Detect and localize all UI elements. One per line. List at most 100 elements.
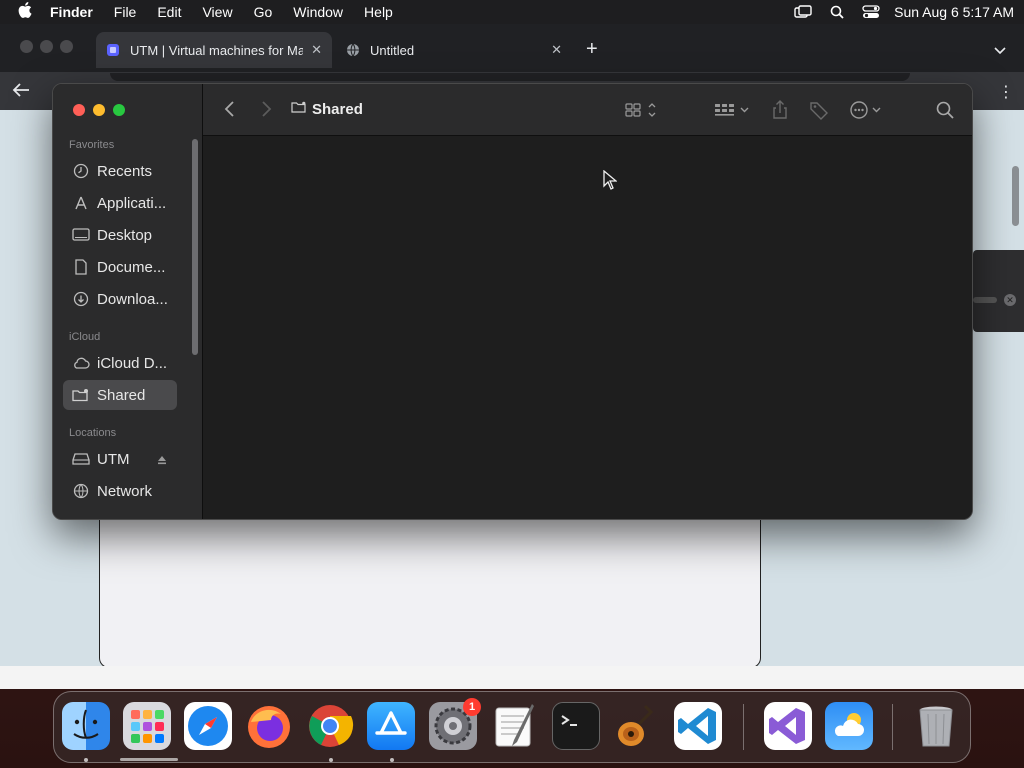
browser-back-icon[interactable] (12, 82, 30, 103)
control-center-icon[interactable] (854, 5, 888, 19)
window-title: Shared (312, 100, 363, 118)
dock-garageband-icon[interactable] (613, 702, 661, 750)
breadcrumb: Shared (291, 100, 363, 118)
menu-edit[interactable]: Edit (157, 4, 181, 20)
tab-title: Untitled (370, 42, 415, 58)
screen-mirroring-icon[interactable] (786, 5, 820, 19)
sidebar-item-desktop[interactable]: Desktop (63, 220, 177, 250)
dock-separator (892, 704, 893, 750)
sidebar-item-label: iCloud D... (97, 354, 168, 372)
browser-bottom-strip (0, 666, 1024, 689)
zoom-window-button[interactable] (113, 104, 125, 116)
group-icon[interactable] (713, 98, 757, 122)
finder-toolbar: Shared (203, 84, 972, 136)
side-popover: ✕ (973, 250, 1024, 332)
sidebar-item-label: Downloa... (97, 290, 168, 308)
network-globe-icon (71, 483, 91, 499)
apple-menu-icon[interactable] (18, 2, 32, 22)
sidebar-item-icloud-drive[interactable]: iCloud D... (63, 348, 177, 378)
sidebar-scrollbar[interactable] (192, 139, 198, 355)
sidebar-item-label: Network (97, 482, 153, 500)
share-icon[interactable] (771, 98, 789, 122)
sidebar-item-label: UTM (97, 450, 130, 468)
page-scrollbar[interactable] (1012, 166, 1019, 226)
dock-terminal-icon[interactable] (552, 702, 600, 750)
sidebar-section-favorites: Favorites (69, 139, 115, 151)
cloud-icon (71, 355, 91, 371)
spotlight-search-icon[interactable] (820, 5, 854, 19)
sidebar-item-downloads[interactable]: Downloa... (63, 284, 177, 314)
dock-separator (743, 704, 744, 750)
shared-folder-icon (291, 100, 307, 118)
utm-icon (106, 43, 120, 57)
address-bar[interactable] (110, 73, 910, 81)
menu-file[interactable]: File (114, 4, 137, 20)
dock-textedit-icon[interactable] (490, 702, 538, 750)
dock-trash-icon[interactable] (912, 702, 960, 750)
browser-zoom-button[interactable] (60, 40, 73, 53)
dock-vscode-icon[interactable] (674, 702, 722, 750)
popover-close-icon[interactable]: ✕ (1004, 294, 1016, 306)
new-tab-icon[interactable]: + (586, 39, 598, 59)
more-actions-icon[interactable] (849, 98, 887, 122)
shared-folder-icon (71, 387, 91, 403)
close-tab-icon[interactable]: ✕ (311, 42, 322, 58)
finder-file-area[interactable] (203, 136, 972, 519)
dock-launchpad-icon[interactable] (123, 702, 171, 750)
forward-icon[interactable] (259, 100, 273, 123)
sidebar-item-label: Desktop (97, 226, 153, 244)
eject-icon[interactable] (157, 452, 167, 469)
browser-tab-utm[interactable]: UTM | Virtual machines for Mac ✕ (96, 32, 332, 68)
mouse-pointer-icon (603, 169, 618, 195)
menu-finder[interactable]: Finder (50, 4, 93, 20)
sidebar-item-label: Shared (97, 386, 146, 404)
dock-visual-studio-icon[interactable] (764, 702, 812, 750)
icon-view-icon[interactable] (623, 98, 661, 122)
menu-bar: Finder File Edit View Go Window Help Sun… (0, 0, 1024, 24)
browser-menu-icon[interactable]: ⋮ (998, 82, 1014, 102)
menu-go[interactable]: Go (254, 4, 273, 20)
finder-sidebar: Favorites Recents Applicati... Desktop D… (53, 84, 202, 519)
dock-app-store-icon[interactable] (367, 702, 415, 750)
notification-badge: 1 (463, 698, 481, 716)
sidebar-item-recents[interactable]: Recents (63, 156, 177, 186)
menu-view[interactable]: View (202, 4, 232, 20)
sidebar-item-label: Docume... (97, 258, 166, 276)
dock-finder-icon[interactable] (62, 702, 110, 750)
running-indicator (84, 758, 88, 762)
download-icon (71, 291, 91, 307)
tag-icon[interactable] (809, 98, 829, 122)
dock-weather-icon[interactable] (825, 702, 873, 750)
browser-minimize-button[interactable] (40, 40, 53, 53)
menu-window[interactable]: Window (293, 4, 343, 20)
back-icon[interactable] (223, 100, 237, 123)
sidebar-item-utm[interactable]: UTM (63, 444, 177, 474)
sidebar-item-shared[interactable]: Shared (63, 380, 177, 410)
dock-firefox-icon[interactable] (245, 702, 293, 750)
close-tab-icon[interactable]: ✕ (551, 42, 562, 58)
sidebar-item-documents[interactable]: Docume... (63, 252, 177, 282)
browser-tab-strip: UTM | Virtual machines for Mac ✕ Untitle… (0, 24, 1024, 72)
applications-icon (71, 195, 91, 211)
close-window-button[interactable] (73, 104, 85, 116)
drive-icon (71, 451, 91, 467)
sidebar-item-applications[interactable]: Applicati... (63, 188, 177, 218)
menubar-clock[interactable]: Sun Aug 6 5:17 AM (894, 4, 1014, 20)
sidebar-section-icloud: iCloud (69, 331, 101, 343)
browser-close-button[interactable] (20, 40, 33, 53)
browser-tab-untitled[interactable]: Untitled ✕ (336, 32, 572, 68)
finder-window: Favorites Recents Applicati... Desktop D… (52, 83, 973, 520)
search-icon[interactable] (936, 98, 954, 122)
running-indicator (390, 758, 394, 762)
document-icon (71, 259, 91, 275)
sidebar-item-label: Recents (97, 162, 153, 180)
popover-slider[interactable] (973, 297, 997, 303)
dock-chrome-icon[interactable] (306, 702, 354, 750)
sidebar-item-network[interactable]: Network (63, 476, 177, 506)
clock-icon (71, 163, 91, 179)
menu-help[interactable]: Help (364, 4, 393, 20)
sidebar-item-label: Applicati... (97, 194, 167, 212)
tab-search-chevron-icon[interactable] (994, 42, 1006, 60)
dock-safari-icon[interactable] (184, 702, 232, 750)
minimize-window-button[interactable] (93, 104, 105, 116)
